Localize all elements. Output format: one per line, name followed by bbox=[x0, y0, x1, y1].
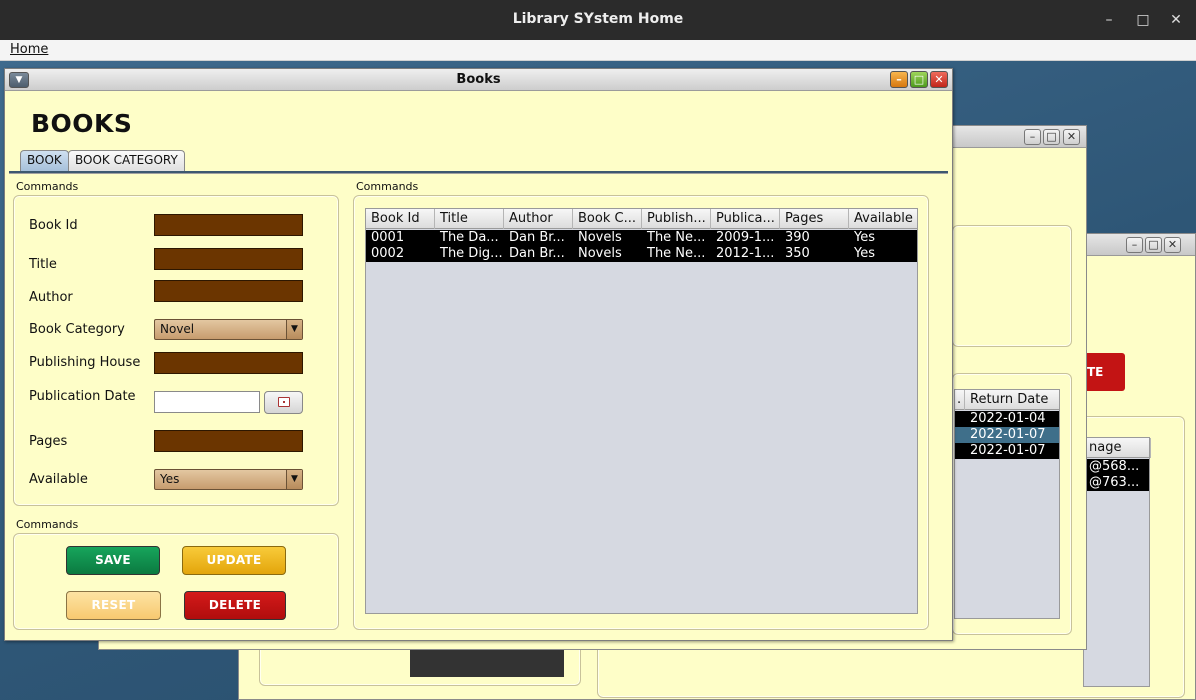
table-header[interactable]: Publish... bbox=[642, 209, 711, 229]
available-value: Yes bbox=[160, 472, 180, 486]
minimize-icon[interactable]: – bbox=[1099, 10, 1119, 30]
pages-label: Pages bbox=[29, 434, 68, 449]
book-category-select[interactable]: Novel ▼ bbox=[154, 319, 303, 340]
buttons-panel bbox=[13, 533, 339, 630]
author-field[interactable] bbox=[154, 280, 303, 302]
bg-members-table: nage @568... @763... bbox=[1083, 437, 1151, 687]
table-header[interactable]: Title bbox=[435, 209, 504, 229]
tab-divider bbox=[9, 171, 948, 174]
table-row[interactable]: @763... bbox=[1084, 475, 1149, 491]
book-category-value: Novel bbox=[160, 322, 195, 336]
books-titlebar: ▼ Books – □ ✕ bbox=[5, 69, 952, 91]
table-row[interactable]: @568... bbox=[1084, 459, 1149, 475]
table-header[interactable]: Book Id bbox=[366, 209, 435, 229]
table-row[interactable]: 0001 The Da... Dan Br... Novels The Ne..… bbox=[366, 230, 917, 246]
title-field[interactable] bbox=[154, 248, 303, 270]
publication-date-field[interactable] bbox=[154, 391, 260, 413]
table-header[interactable]: Author bbox=[504, 209, 573, 229]
book-category-label: Book Category bbox=[29, 322, 125, 337]
bg-frame-maximize-icon[interactable]: □ bbox=[1145, 237, 1162, 253]
author-label: Author bbox=[29, 290, 73, 305]
books-table: Book Id Title Author Book C... Publish..… bbox=[365, 208, 918, 614]
table-header[interactable]: Return Date bbox=[965, 390, 1061, 410]
minimize-icon[interactable]: – bbox=[890, 71, 908, 88]
date-picker-button[interactable] bbox=[264, 391, 303, 414]
close-icon[interactable]: ✕ bbox=[1166, 10, 1186, 30]
table-section-label: Commands bbox=[356, 180, 419, 193]
table-row[interactable]: 2022-01-07 bbox=[955, 443, 1059, 459]
buttons-section-label: Commands bbox=[16, 518, 79, 531]
table-header[interactable]: Book C... bbox=[573, 209, 642, 229]
bg-panel bbox=[952, 225, 1072, 347]
publication-date-label: Publication Date bbox=[29, 389, 136, 404]
table-header[interactable]: Available bbox=[849, 209, 919, 229]
form-panel bbox=[13, 195, 339, 506]
books-table-header: Book Id Title Author Book C... Publish..… bbox=[366, 209, 917, 229]
title-label: Title bbox=[29, 257, 57, 272]
pages-field[interactable] bbox=[154, 430, 303, 452]
maximize-icon[interactable]: □ bbox=[1133, 10, 1153, 30]
table-row[interactable]: 2022-01-07 bbox=[955, 427, 1059, 443]
page-heading: BOOKS bbox=[31, 109, 133, 138]
bg-loans-table: . Return Date 2022-01-04 2022-01-07 2022… bbox=[954, 389, 1060, 619]
close-icon[interactable]: ✕ bbox=[930, 71, 948, 88]
chevron-down-icon[interactable]: ▼ bbox=[286, 470, 302, 489]
book-id-field[interactable] bbox=[154, 214, 303, 236]
maximize-icon[interactable]: □ bbox=[910, 71, 928, 88]
update-button[interactable]: UPDATE bbox=[182, 546, 286, 575]
available-label: Available bbox=[29, 472, 88, 487]
reset-button[interactable]: RESET bbox=[66, 591, 161, 620]
table-header[interactable]: . bbox=[955, 390, 965, 410]
tab-book-category[interactable]: BOOK CATEGORY bbox=[68, 150, 185, 171]
os-titlebar: Library SYstem Home – □ ✕ bbox=[0, 0, 1196, 40]
menubar: Home bbox=[0, 40, 1196, 61]
table-header[interactable]: nage bbox=[1084, 438, 1151, 458]
bg-frame-close-icon[interactable]: ✕ bbox=[1063, 129, 1080, 145]
calendar-icon bbox=[278, 397, 290, 407]
tab-book[interactable]: BOOK bbox=[20, 150, 69, 171]
table-row[interactable]: 0002 The Dig... Dan Br... Novels The Ne.… bbox=[366, 246, 917, 262]
save-button[interactable]: SAVE bbox=[66, 546, 160, 575]
table-header[interactable]: Publica... bbox=[711, 209, 780, 229]
window-title: Library SYstem Home bbox=[512, 11, 684, 27]
bg-frame-close-icon[interactable]: ✕ bbox=[1164, 237, 1181, 253]
publishing-house-label: Publishing House bbox=[29, 355, 141, 370]
chevron-down-icon[interactable]: ▼ bbox=[286, 320, 302, 339]
menu-home[interactable]: Home bbox=[10, 42, 48, 57]
table-header[interactable]: Pages bbox=[780, 209, 849, 229]
delete-button[interactable]: DELETE bbox=[184, 591, 286, 620]
available-select[interactable]: Yes ▼ bbox=[154, 469, 303, 490]
books-frame-title: Books bbox=[456, 72, 501, 87]
book-id-label: Book Id bbox=[29, 218, 78, 233]
books-internal-frame[interactable]: ▼ Books – □ ✕ BOOKS BOOK BOOK CATEGORY C… bbox=[4, 68, 953, 641]
publishing-house-field[interactable] bbox=[154, 352, 303, 374]
bg-frame-maximize-icon[interactable]: □ bbox=[1043, 129, 1060, 145]
bg-frame-minimize-icon[interactable]: – bbox=[1024, 129, 1041, 145]
form-section-label: Commands bbox=[16, 180, 79, 193]
bg-frame-minimize-icon[interactable]: – bbox=[1126, 237, 1143, 253]
table-row[interactable]: 2022-01-04 bbox=[955, 411, 1059, 427]
